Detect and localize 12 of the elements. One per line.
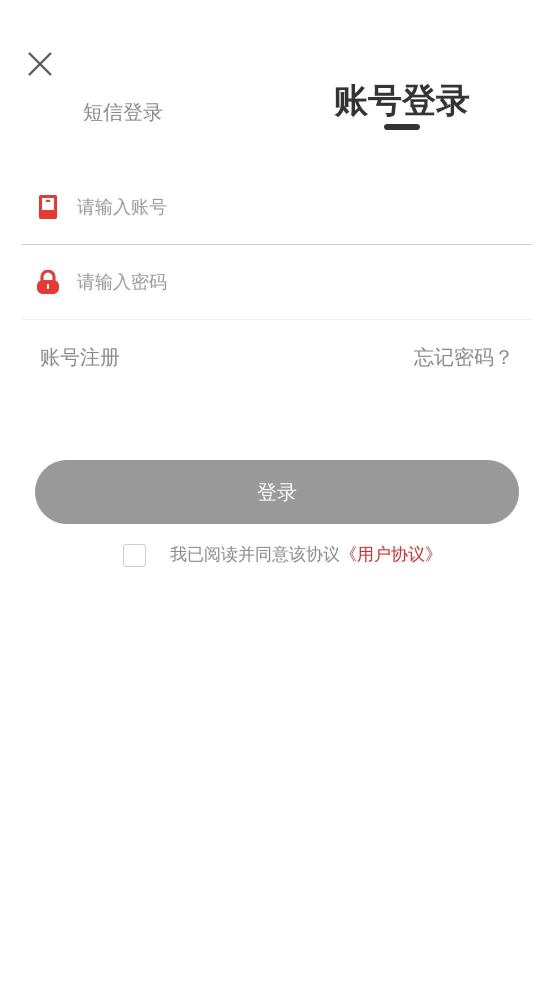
- login-tab[interactable]: 账号登录: [334, 80, 470, 130]
- text-field[interactable]: 请输入账号: [77, 194, 532, 220]
- login-tab[interactable]: 短信登录: [83, 102, 163, 130]
- agreement-checkbox[interactable]: [123, 544, 146, 568]
- forgot-password-link[interactable]: 忘记密码？: [414, 342, 514, 372]
- agreement-text: 我已阅读并同意该协议: [170, 544, 340, 567]
- text-field[interactable]: 请输入密码: [77, 268, 532, 296]
- user-agreement-link[interactable]: 《用户协议》: [340, 543, 442, 568]
- lock-icon: [37, 270, 59, 294]
- close-icon[interactable]: [28, 52, 52, 76]
- phone-icon: [39, 195, 57, 219]
- register-link[interactable]: 账号注册: [40, 342, 120, 372]
